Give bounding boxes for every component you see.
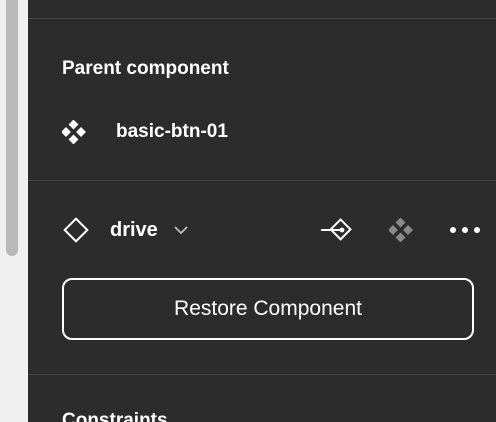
section-divider: [28, 18, 496, 19]
parent-component-name: basic-btn-01: [116, 121, 228, 142]
more-options-icon[interactable]: [448, 214, 482, 246]
section-divider: [28, 180, 496, 181]
instance-row: drive: [62, 214, 482, 246]
section-divider: [28, 374, 496, 375]
instance-diamond-icon: [62, 216, 90, 244]
properties-panel: Parent component basic-btn-01 drive Rest…: [28, 0, 496, 422]
component-icon: [62, 120, 86, 144]
go-to-main-component-icon[interactable]: [320, 214, 354, 246]
component-icon[interactable]: [384, 214, 418, 246]
left-gutter: [0, 0, 28, 422]
instance-name[interactable]: drive: [110, 219, 158, 242]
constraints-title: Constraints: [62, 410, 168, 422]
instance-actions: [320, 214, 482, 246]
chevron-down-icon[interactable]: [174, 225, 188, 235]
scrollbar-thumb[interactable]: [6, 0, 18, 256]
parent-component-row[interactable]: basic-btn-01: [62, 116, 228, 148]
parent-component-title: Parent component: [62, 58, 229, 79]
restore-component-button[interactable]: Restore Component: [62, 278, 474, 340]
